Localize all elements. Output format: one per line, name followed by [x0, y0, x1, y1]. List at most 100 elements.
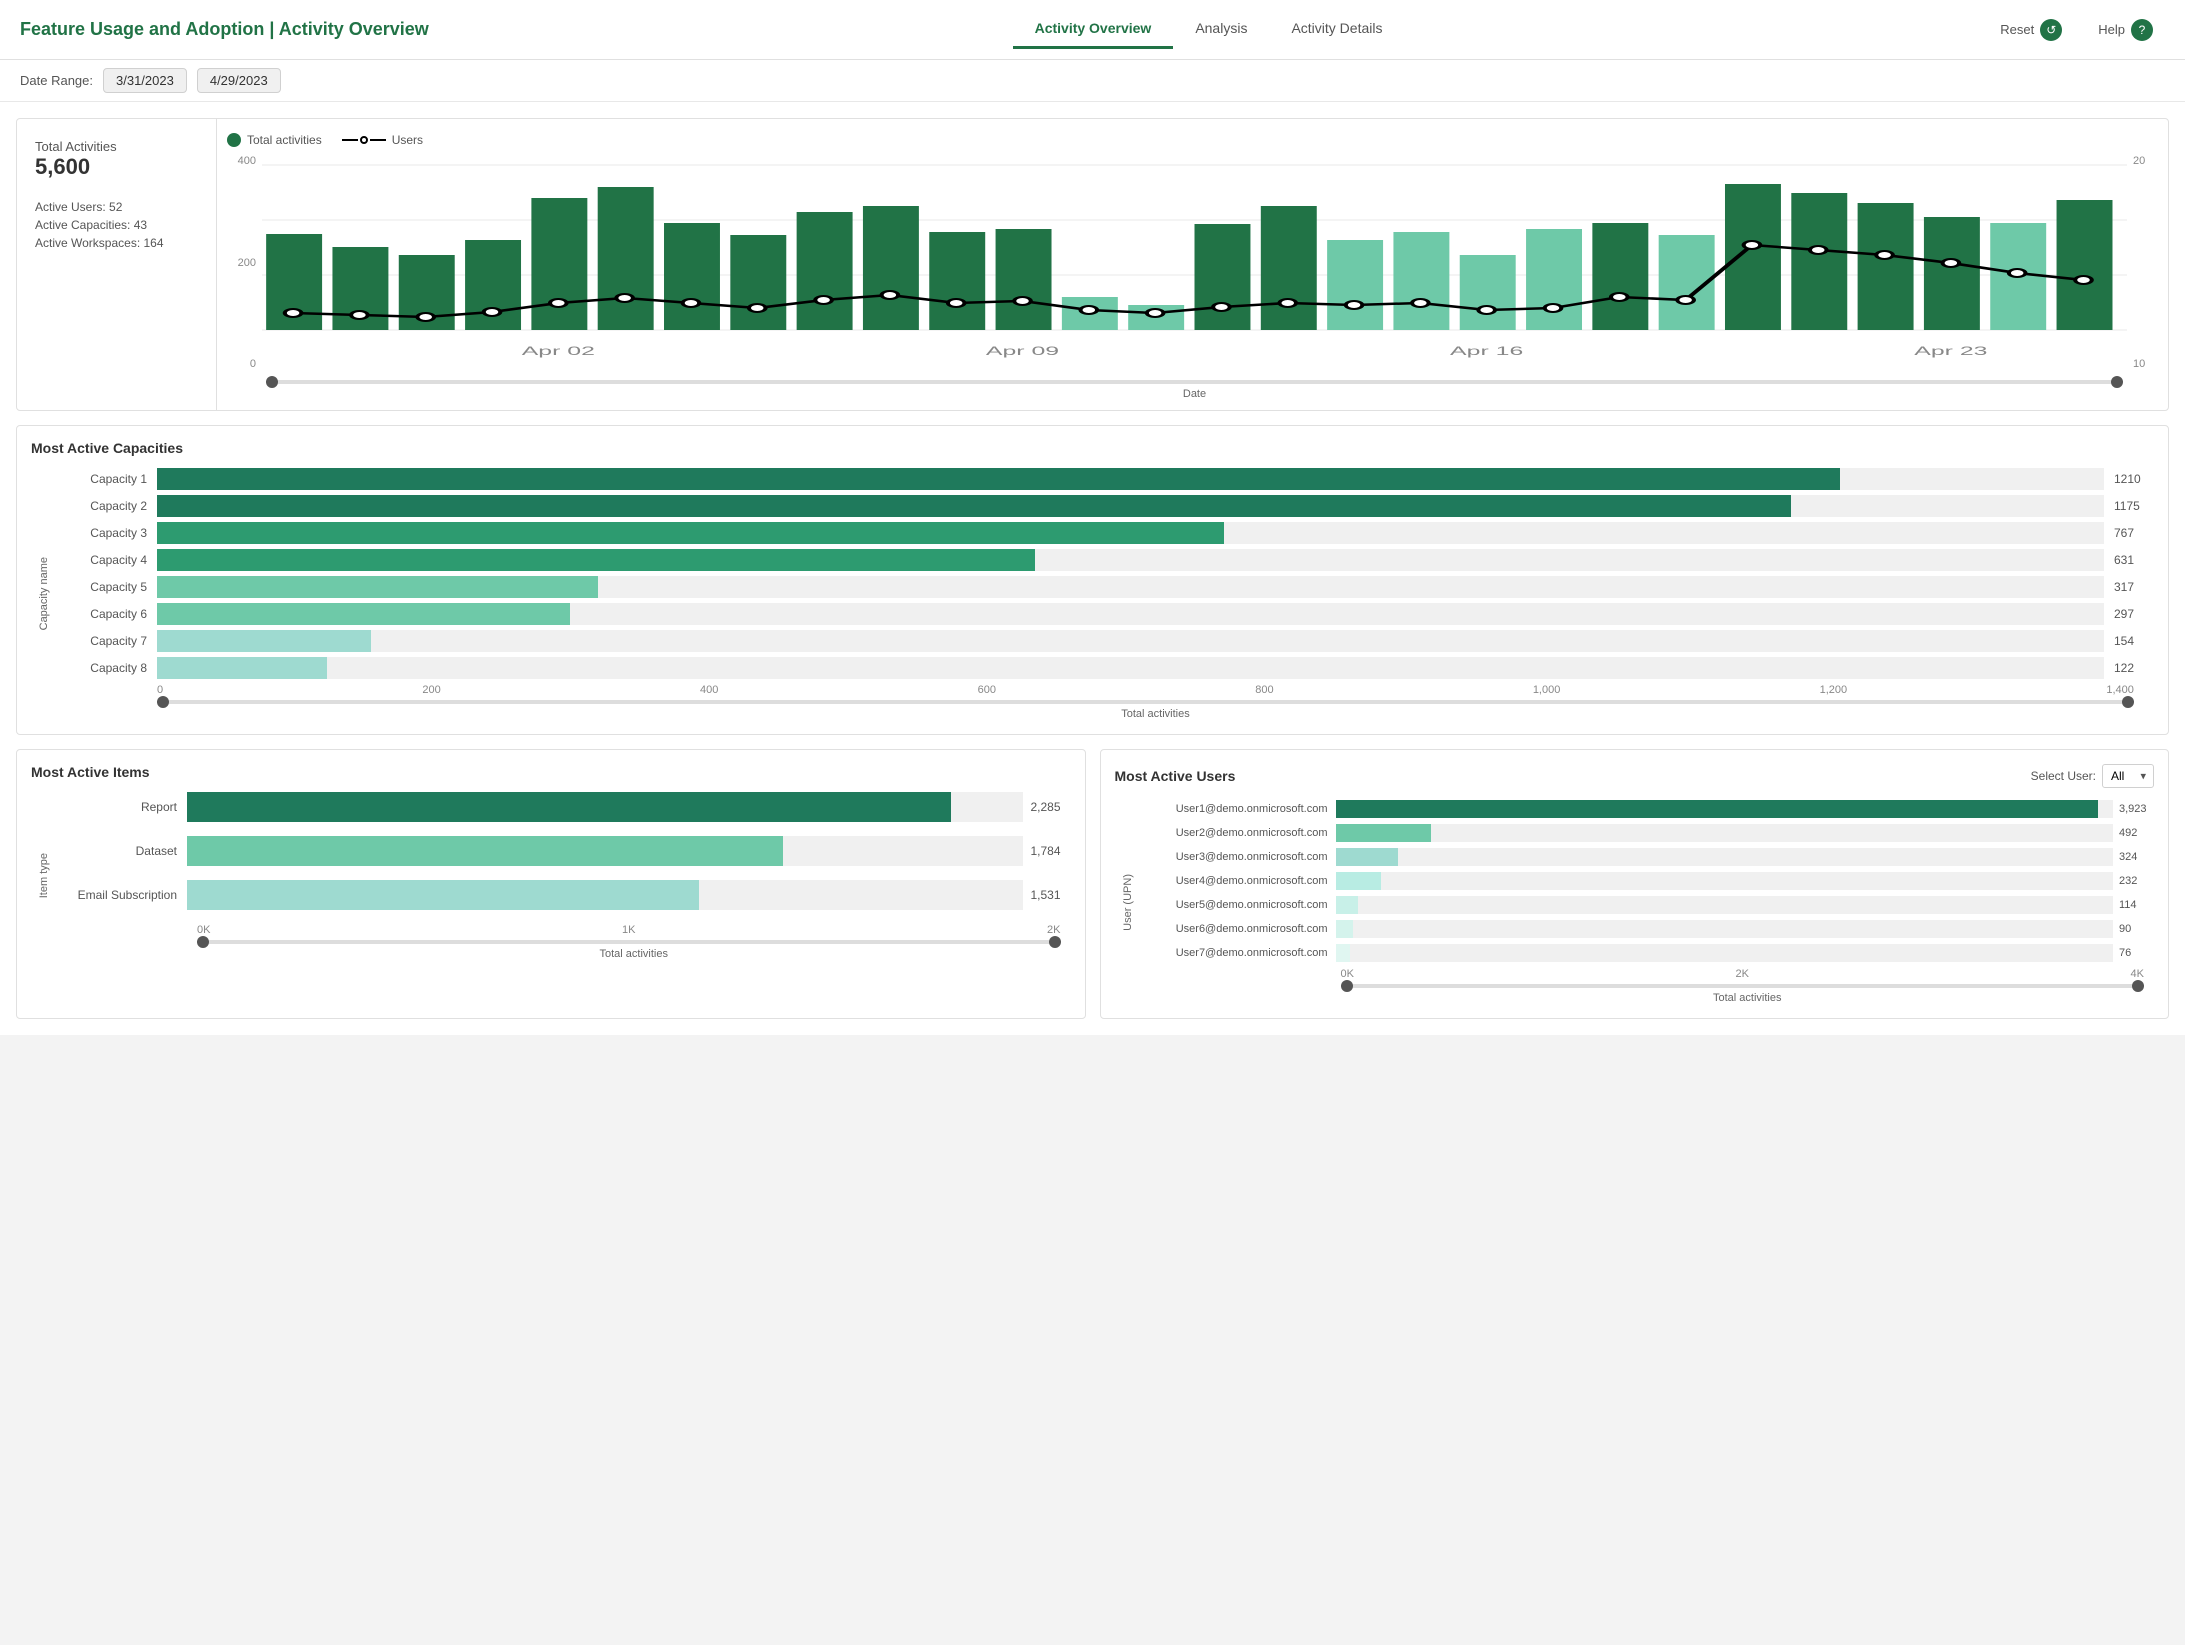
capacity-bar-label: Capacity 3	[57, 526, 157, 540]
users-slider[interactable]	[1341, 980, 2155, 988]
users-y-axis-title-area: User (UPN)	[1115, 800, 1141, 1004]
capacity-bar-row: Capacity 6 297	[57, 603, 2154, 625]
users-y-axis-label: User (UPN)	[1122, 874, 1134, 931]
capacities-slider-left[interactable]	[157, 696, 169, 708]
user-bar-label: User6@demo.onmicrosoft.com	[1141, 923, 1336, 935]
item-bar-value: 2,285	[1031, 800, 1071, 814]
users-header: Most Active Users Select User: All	[1115, 764, 2155, 788]
capacities-x-axis-title: Total activities	[157, 708, 2154, 720]
header: Feature Usage and Adoption | Activity Ov…	[0, 0, 2185, 60]
tab-analysis[interactable]: Analysis	[1173, 10, 1269, 49]
capacity-bar-fill	[157, 468, 1840, 490]
item-bar-track	[187, 880, 1023, 910]
item-bar-row: Report 2,285	[57, 792, 1071, 822]
select-user-wrapper[interactable]: All	[2102, 764, 2154, 788]
select-user-dropdown[interactable]: All	[2102, 764, 2154, 788]
user-bar-fill	[1336, 848, 1399, 866]
user-bar-track	[1336, 944, 2114, 962]
capacities-slider-right[interactable]	[2122, 696, 2134, 708]
items-slider[interactable]	[197, 936, 1071, 944]
users-section: Most Active Users Select User: All User …	[1100, 749, 2170, 1019]
legend-line-users	[342, 136, 386, 144]
item-bar-track	[187, 836, 1023, 866]
capacity-bar-label: Capacity 5	[57, 580, 157, 594]
user-bar-fill	[1336, 920, 1353, 938]
header-actions: Reset ↺ Help ?	[1988, 13, 2165, 47]
chart-legend: Total activities Users	[227, 133, 2152, 147]
tab-activity-details[interactable]: Activity Details	[1269, 10, 1404, 49]
capacity-bar-label: Capacity 8	[57, 661, 157, 675]
user-bar-value: 324	[2119, 851, 2154, 863]
capacity-bar-value: 631	[2114, 553, 2154, 567]
items-y-axis-title-area: Item type	[31, 792, 57, 960]
slider-left-thumb[interactable]	[266, 376, 278, 388]
user-bar-label: User3@demo.onmicrosoft.com	[1141, 851, 1336, 863]
items-slider-right[interactable]	[1049, 936, 1061, 948]
users-x-labels: 0K2K4K	[1341, 968, 2155, 980]
user-bar-label: User7@demo.onmicrosoft.com	[1141, 947, 1336, 959]
user-bar-value: 114	[2119, 899, 2154, 911]
svg-text:Apr 09: Apr 09	[986, 345, 1059, 359]
users-slider-left[interactable]	[1341, 980, 1353, 992]
user-bar-label: User5@demo.onmicrosoft.com	[1141, 899, 1336, 911]
user-bar-track	[1336, 896, 2114, 914]
capacity-bar-fill	[157, 603, 570, 625]
capacity-bar-value: 767	[2114, 526, 2154, 540]
user-bar-value: 492	[2119, 827, 2154, 839]
top-section: Total Activities 5,600 Active Users: 52 …	[16, 118, 2169, 411]
capacity-bar-value: 317	[2114, 580, 2154, 594]
date-end[interactable]: 4/29/2023	[197, 68, 281, 93]
capacity-bar-track	[157, 603, 2104, 625]
activity-chart-slider[interactable]	[262, 378, 2127, 384]
users-slider-right[interactable]	[2132, 980, 2144, 992]
active-workspaces-stat: Active Workspaces: 164	[35, 236, 198, 250]
item-bar-label: Email Subscription	[57, 888, 187, 902]
user-bar-value: 3,923	[2119, 803, 2154, 815]
activity-chart-area: Apr 02 Apr 09 Apr 16 Apr 23 Da	[262, 155, 2127, 400]
user-bar-fill	[1336, 872, 1381, 890]
date-start[interactable]: 3/31/2023	[103, 68, 187, 93]
item-bar-label: Report	[57, 800, 187, 814]
item-bar-row: Dataset 1,784	[57, 836, 1071, 866]
capacities-slider[interactable]	[157, 696, 2154, 704]
user-bar-track	[1336, 824, 2114, 842]
user-bar-row: User1@demo.onmicrosoft.com 3,923	[1141, 800, 2155, 818]
capacities-y-axis-title-area: Capacity name	[31, 468, 57, 720]
capacity-bar-value: 122	[2114, 661, 2154, 675]
reset-button[interactable]: Reset ↺	[1988, 13, 2074, 47]
capacities-x-labels: 02004006008001,0001,2001,400	[157, 684, 2154, 696]
legend-users: Users	[342, 133, 423, 147]
items-bars: Report 2,285 Dataset 1,784 Email Subscri…	[57, 792, 1071, 910]
user-bar-fill	[1336, 800, 2099, 818]
user-bar-row: User5@demo.onmicrosoft.com 114	[1141, 896, 2155, 914]
slider-right-thumb[interactable]	[2111, 376, 2123, 388]
items-slider-left[interactable]	[197, 936, 209, 948]
activity-x-axis-title: Date	[262, 388, 2127, 400]
help-button[interactable]: Help ?	[2086, 13, 2165, 47]
active-users-stat: Active Users: 52	[35, 200, 198, 214]
capacity-bar-row: Capacity 5 317	[57, 576, 2154, 598]
item-bar-fill	[187, 792, 951, 822]
items-title: Most Active Items	[31, 764, 1071, 780]
users-bars: User1@demo.onmicrosoft.com 3,923 User2@d…	[1141, 800, 2155, 962]
item-bar-label: Dataset	[57, 844, 187, 858]
items-chart: Report 2,285 Dataset 1,784 Email Subscri…	[57, 792, 1071, 960]
capacity-bar-label: Capacity 7	[57, 634, 157, 648]
user-bar-fill	[1336, 824, 1432, 842]
capacity-bar-track	[157, 630, 2104, 652]
capacity-bar-track	[157, 549, 2104, 571]
items-chart-wrapper: Item type Report 2,285 Dataset 1,784 Ema…	[31, 792, 1071, 960]
app-container: Feature Usage and Adoption | Activity Ov…	[0, 0, 2185, 1035]
item-bar-fill	[187, 880, 699, 910]
capacities-title: Most Active Capacities	[31, 440, 2154, 456]
activity-chart-panel: Total activities Users 40	[217, 119, 2168, 410]
capacity-bar-row: Capacity 7 154	[57, 630, 2154, 652]
tab-activity-overview[interactable]: Activity Overview	[1013, 10, 1174, 49]
items-section: Most Active Items Item type Report 2,285…	[16, 749, 1086, 1019]
capacity-bar-value: 297	[2114, 607, 2154, 621]
capacity-bar-fill	[157, 576, 598, 598]
item-bar-row: Email Subscription 1,531	[57, 880, 1071, 910]
user-bar-row: User3@demo.onmicrosoft.com 324	[1141, 848, 2155, 866]
svg-text:Apr 16: Apr 16	[1450, 345, 1523, 359]
capacity-bar-fill	[157, 495, 1791, 517]
